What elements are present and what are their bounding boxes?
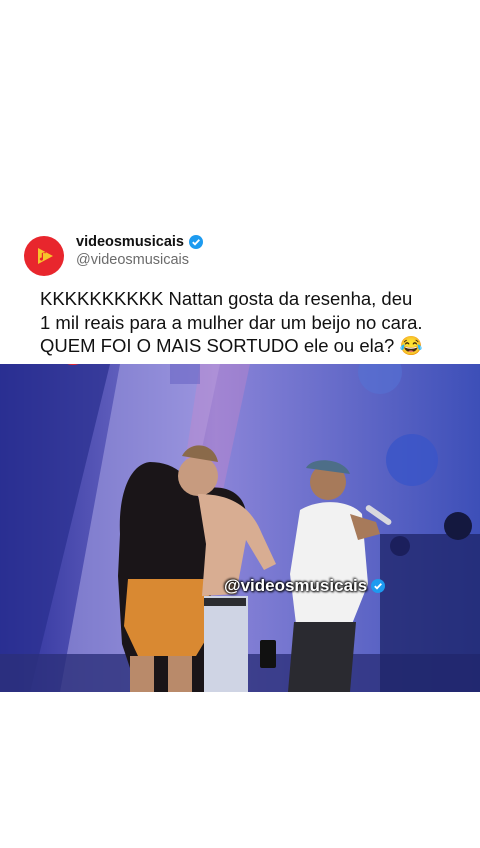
avatar[interactable] (24, 236, 64, 276)
account-display-name[interactable]: videosmusicais (76, 234, 203, 250)
video-media[interactable]: @videosmusicais (0, 364, 480, 692)
account-handle[interactable]: @videosmusicais (76, 252, 203, 268)
post-text-line: KKKKKKKKKK Nattan gosta da resenha, deu (40, 288, 413, 309)
play-logo-icon (38, 248, 53, 264)
watermark-text: @videosmusicais (224, 576, 368, 595)
post-header: videosmusicais @videosmusicais (24, 232, 464, 276)
account-names: videosmusicais @videosmusicais (76, 234, 203, 268)
verified-badge-icon (189, 235, 203, 249)
watermark: @videosmusicais (224, 576, 386, 596)
post-text-line: QUEM FOI O MAIS SORTUDO ele ou ela? 😂 (40, 335, 423, 356)
post-text-line: 1 mil reais para a mulher dar um beijo n… (40, 311, 423, 333)
video-frame (0, 364, 480, 692)
post-text: KKKKKKKKKK Nattan gosta da resenha, deu … (40, 287, 470, 358)
watermark-verified-icon (371, 579, 386, 593)
display-name-text: videosmusicais (76, 234, 184, 250)
